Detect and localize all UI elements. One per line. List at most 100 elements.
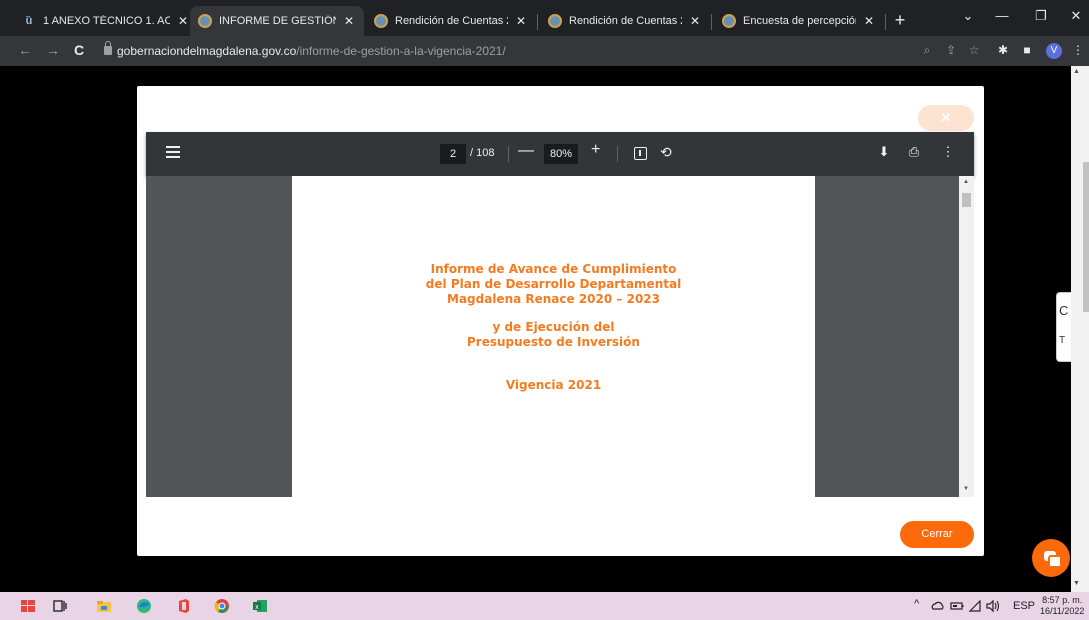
tab-informe-gestion[interactable]: INFORME DE GESTIÓN A LA ✕ xyxy=(190,6,364,36)
scroll-down-arrow-icon[interactable]: ▼ xyxy=(963,486,969,492)
page-scrollbar[interactable]: ▲ ▼ xyxy=(1071,66,1089,592)
document-subtitle: y de Ejecución del Presupuesto de Invers… xyxy=(292,320,815,350)
chrome-icon[interactable] xyxy=(214,598,230,614)
tray-chevron-icon[interactable]: ^ xyxy=(914,598,919,610)
url-path: /informe-de-gestion-a-la-vigencia-2021/ xyxy=(296,44,506,58)
file-explorer-icon[interactable] xyxy=(96,598,112,614)
browser-menu-icon[interactable]: ⋮ xyxy=(1070,43,1086,57)
excel-icon[interactable]: x xyxy=(252,598,268,614)
task-view-icon[interactable] xyxy=(52,598,68,614)
modal-close-button[interactable]: ✕ xyxy=(918,105,974,131)
scrollbar-thumb[interactable] xyxy=(1083,162,1089,312)
side-panel-icon[interactable]: ■ xyxy=(1019,43,1035,57)
gov-seal-icon xyxy=(374,14,388,28)
scroll-down-arrow-icon[interactable]: ▼ xyxy=(1073,580,1080,587)
taskbar-clock[interactable]: 8:57 p. m. 16/11/2022 xyxy=(1040,595,1084,617)
pdf-page-count: / 108 xyxy=(470,147,495,159)
onedrive-icon[interactable] xyxy=(931,599,945,613)
close-tab-icon[interactable]: ✕ xyxy=(342,14,356,28)
tab-title: 1 ANEXO TÉCNICO 1. ACCESI xyxy=(43,15,170,27)
tab-strip: ȕ 1 ANEXO TÉCNICO 1. ACCESI ✕ INFORME DE… xyxy=(0,0,1089,36)
close-tab-icon[interactable]: ✕ xyxy=(514,14,528,28)
scroll-up-arrow-icon[interactable]: ▲ xyxy=(1073,68,1080,75)
tab-divider xyxy=(537,14,538,30)
url-host: gobernaciondelmagdalena.gov.co xyxy=(117,44,297,58)
reload-button[interactable]: C xyxy=(70,42,88,58)
subtitle-line: y de Ejecución del xyxy=(492,320,615,334)
pdf-zoom-input[interactable]: 80% xyxy=(544,144,578,164)
address-bar[interactable]: gobernaciondelmagdalena.gov.co/informe-d… xyxy=(117,44,506,58)
lock-icon[interactable] xyxy=(104,41,112,55)
wifi-icon[interactable] xyxy=(968,599,982,613)
extensions-icon[interactable]: ✱ xyxy=(995,43,1011,57)
document-icon: ȕ xyxy=(25,15,33,27)
volume-icon[interactable] xyxy=(985,599,1001,613)
pdf-scrollbar-thumb[interactable] xyxy=(962,193,971,207)
profile-avatar[interactable]: V xyxy=(1046,43,1062,59)
tab-rendicion-1[interactable]: Rendición de Cuentas 2021 - ✕ xyxy=(366,6,536,36)
share-icon[interactable]: ⇪ xyxy=(943,43,959,57)
chat-button[interactable] xyxy=(1032,539,1070,577)
tab-title: INFORME DE GESTIÓN A LA xyxy=(219,15,336,27)
close-tab-icon[interactable]: ✕ xyxy=(862,14,876,28)
pdf-page-input[interactable]: 2 xyxy=(440,144,466,164)
tab-search-icon[interactable]: ⌄ xyxy=(958,8,978,24)
minimize-button[interactable]: — xyxy=(992,8,1012,23)
title-line: del Plan de Desarrollo Departamental xyxy=(425,277,682,291)
clock-time: 8:57 p. m. xyxy=(1042,595,1083,605)
document-title: Informe de Avance de Cumplimiento del Pl… xyxy=(292,262,815,307)
back-button[interactable]: ← xyxy=(16,42,34,58)
title-line: Magdalena Renace 2020 – 2023 xyxy=(447,292,660,306)
widget-glyph: T xyxy=(1059,335,1066,346)
pdf-viewer-background xyxy=(146,176,292,497)
scroll-up-arrow-icon[interactable]: ▲ xyxy=(963,179,969,185)
tab-title: Rendición de Cuentas 2021 - xyxy=(395,15,508,27)
clock-date: 16/11/2022 xyxy=(1040,606,1085,616)
forward-button[interactable]: → xyxy=(44,42,62,58)
browser-toolbar: ← → C gobernaciondelmagdalena.gov.co/inf… xyxy=(0,36,1089,66)
tab-anexo-tecnico[interactable]: ȕ 1 ANEXO TÉCNICO 1. ACCESI ✕ xyxy=(14,6,198,36)
tab-title: Rendición de Cuentas 2021 - xyxy=(569,15,682,27)
edge-icon[interactable] xyxy=(136,598,152,614)
fit-page-icon[interactable] xyxy=(634,147,647,160)
subtitle-line: Presupuesto de Inversión xyxy=(467,335,640,349)
language-indicator[interactable]: ESP xyxy=(1013,600,1035,612)
side-feedback-widget[interactable]: C T xyxy=(1056,292,1071,362)
pdf-more-icon[interactable]: ⋮ xyxy=(940,144,956,160)
pdf-viewer-background xyxy=(815,176,959,497)
windows-taskbar: x ^ ESP 8:57 p. m. 16/11/2022 xyxy=(0,592,1089,620)
pdf-divider xyxy=(617,146,618,162)
rotate-icon[interactable]: ⟲ xyxy=(660,144,672,161)
close-window-button[interactable]: ✕ xyxy=(1066,8,1086,24)
zoom-icon[interactable]: ⌕ xyxy=(919,43,935,58)
tab-divider xyxy=(711,14,712,30)
close-tab-icon[interactable]: ✕ xyxy=(176,14,190,28)
new-tab-button[interactable]: + xyxy=(890,10,910,30)
close-tab-icon[interactable]: ✕ xyxy=(688,14,702,28)
tab-encuesta[interactable]: Encuesta de percepción de u ✕ xyxy=(714,6,884,36)
gov-seal-icon xyxy=(198,14,212,28)
cerrar-button[interactable]: Cerrar xyxy=(900,521,974,548)
tab-divider xyxy=(885,14,886,30)
pdf-menu-icon[interactable] xyxy=(166,146,180,158)
gov-seal-icon xyxy=(548,14,562,28)
tab-rendicion-2[interactable]: Rendición de Cuentas 2021 - ✕ xyxy=(540,6,710,36)
zoom-out-button[interactable]: — xyxy=(518,142,534,160)
windows-start-icon[interactable] xyxy=(20,598,36,614)
pdf-divider xyxy=(508,146,509,162)
pdf-scrollbar[interactable]: ▲ ▼ xyxy=(959,176,974,497)
print-icon[interactable]: ⎙ xyxy=(906,144,922,160)
pdf-toolbar: 2 / 108 — 80% + ⟲ ⬇ ⎙ ⋮ xyxy=(146,132,974,176)
download-icon[interactable]: ⬇ xyxy=(876,144,892,160)
bookmark-star-icon[interactable]: ☆ xyxy=(966,43,982,57)
tab-title: Encuesta de percepción de u xyxy=(743,15,856,27)
title-line: Informe de Avance de Cumplimiento xyxy=(430,262,677,276)
office-icon[interactable] xyxy=(176,598,192,614)
restore-button[interactable]: ❐ xyxy=(1031,8,1051,24)
zoom-in-button[interactable]: + xyxy=(591,141,600,159)
battery-icon[interactable] xyxy=(950,599,964,613)
svg-text:x: x xyxy=(255,604,259,611)
widget-glyph: C xyxy=(1059,303,1069,318)
document-vigencia: Vigencia 2021 xyxy=(505,378,602,392)
gov-seal-icon xyxy=(722,14,736,28)
